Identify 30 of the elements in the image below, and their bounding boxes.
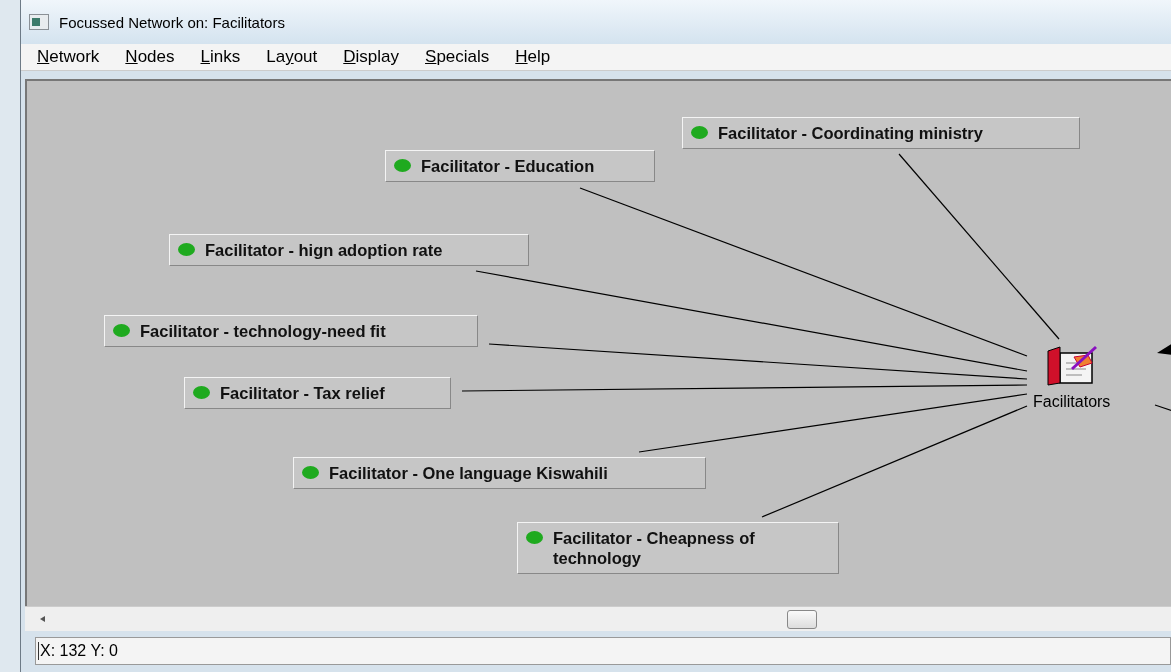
node-label: Facilitator - hign adoption rate: [205, 240, 443, 260]
network-node[interactable]: Facilitator - Cheapness of technology: [517, 522, 839, 574]
node-label: Facilitator - Coordinating ministry: [718, 123, 983, 143]
network-node[interactable]: Facilitator - hign adoption rate: [169, 234, 529, 266]
menu-item[interactable]: Help: [515, 47, 551, 67]
arrowhead-icon: [1157, 343, 1171, 355]
cursor-coordinates: X: 132 Y: 0: [38, 642, 118, 660]
center-node-label[interactable]: Facilitators: [1033, 393, 1111, 411]
edge-line: [1154, 404, 1171, 412]
node-label: Facilitator - technology-need fit: [140, 321, 386, 341]
horizontal-scrollbar[interactable]: [25, 606, 1171, 631]
network-node[interactable]: Facilitator - technology-need fit: [104, 315, 478, 347]
network-node[interactable]: Facilitator - One language Kiswahili: [293, 457, 706, 489]
menu-item[interactable]: Display: [343, 47, 400, 67]
node-label: Facilitator - Education: [421, 156, 595, 176]
window-app-icon: [29, 14, 49, 30]
menu-item[interactable]: Specials: [425, 47, 490, 67]
node-label: Facilitator - One language Kiswahili: [329, 463, 608, 483]
network-node[interactable]: Facilitator - Tax relief: [184, 377, 451, 409]
menu-item[interactable]: Network: [37, 47, 100, 67]
node-label: Facilitator - Tax relief: [220, 383, 385, 403]
node-label: Facilitator - Cheapness of technology: [553, 528, 756, 568]
network-node[interactable]: Facilitator - Education: [385, 150, 655, 182]
menu-item[interactable]: Layout: [266, 47, 318, 67]
window-title: Focussed Network on: Facilitators: [59, 13, 285, 31]
network-node[interactable]: Facilitator - Coordinating ministry: [682, 117, 1080, 149]
scrollbar-thumb[interactable]: [787, 610, 817, 629]
scroll-left-icon[interactable]: [39, 615, 47, 623]
menu-item[interactable]: Links: [200, 47, 241, 67]
menu-item[interactable]: Nodes: [125, 47, 175, 67]
